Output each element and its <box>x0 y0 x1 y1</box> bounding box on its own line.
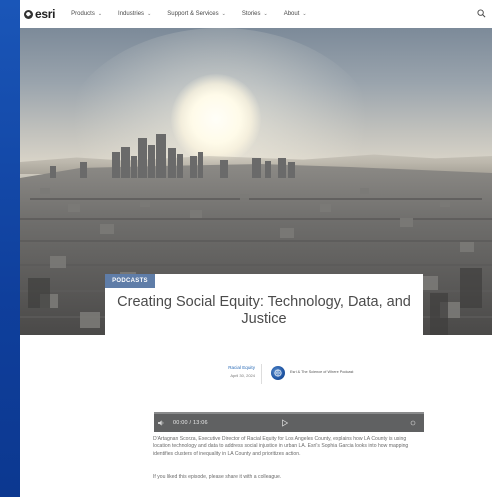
podcast-name[interactable]: Esri & The Science of Where Podcast <box>290 370 353 374</box>
divider <box>261 364 262 384</box>
nav-item-label: Support & Services <box>167 11 219 17</box>
article-header: PODCASTS Creating Social Equity: Technol… <box>105 274 423 364</box>
nav-item-products[interactable]: Products ⌄ <box>71 11 102 17</box>
nav-menu: Products ⌄ Industries ⌄ Support & Servic… <box>71 11 306 17</box>
globe-icon <box>24 9 33 19</box>
share-prompt: If you liked this episode, please share … <box>153 474 282 480</box>
category-tag[interactable]: PODCASTS <box>105 274 155 288</box>
meta-date: April 30, 2024 <box>230 373 255 378</box>
podcast-avatar[interactable] <box>271 366 285 380</box>
nav-item-label: About <box>283 11 300 17</box>
globe-icon <box>274 369 282 377</box>
chevron-down-icon: ⌄ <box>221 11 226 17</box>
audio-player: 00:00 / 13:06 <box>154 412 424 432</box>
chevron-down-icon: ⌄ <box>302 11 307 17</box>
nav-item-label: Stories <box>241 11 261 17</box>
nav-item-label: Industries <box>118 11 145 17</box>
page: esri Products ⌄ Industries ⌄ Support & S… <box>20 0 492 497</box>
nav-item-support[interactable]: Support & Services ⌄ <box>167 11 226 17</box>
more-options-icon[interactable] <box>410 420 416 426</box>
player-time: 00:00 / 13:06 <box>173 420 208 426</box>
nav-item-stories[interactable]: Stories ⌄ <box>242 11 268 17</box>
nav-item-industries[interactable]: Industries ⌄ <box>118 11 151 17</box>
volume-icon[interactable] <box>158 420 165 426</box>
meta-left: Racial Equity April 30, 2024 <box>209 365 255 378</box>
nav-item-label: Products <box>71 11 95 17</box>
nav-item-about[interactable]: About ⌄ <box>284 11 307 17</box>
chevron-down-icon: ⌄ <box>97 11 103 17</box>
chevron-down-icon: ⌄ <box>263 11 268 17</box>
article-title: Creating Social Equity: Technology, Data… <box>117 294 411 327</box>
play-icon[interactable] <box>281 419 289 427</box>
article-meta: Racial Equity April 30, 2024 Esri & The … <box>105 364 423 388</box>
article-description: D'Artagnan Scorza, Executive Director of… <box>153 436 409 457</box>
chevron-down-icon: ⌄ <box>147 11 152 17</box>
meta-category-link[interactable]: Racial Equity <box>209 365 255 370</box>
search-icon[interactable] <box>477 9 486 18</box>
esri-logo[interactable]: esri <box>24 7 55 21</box>
top-nav: esri Products ⌄ Industries ⌄ Support & S… <box>20 0 492 28</box>
logo-text: esri <box>35 7 56 21</box>
